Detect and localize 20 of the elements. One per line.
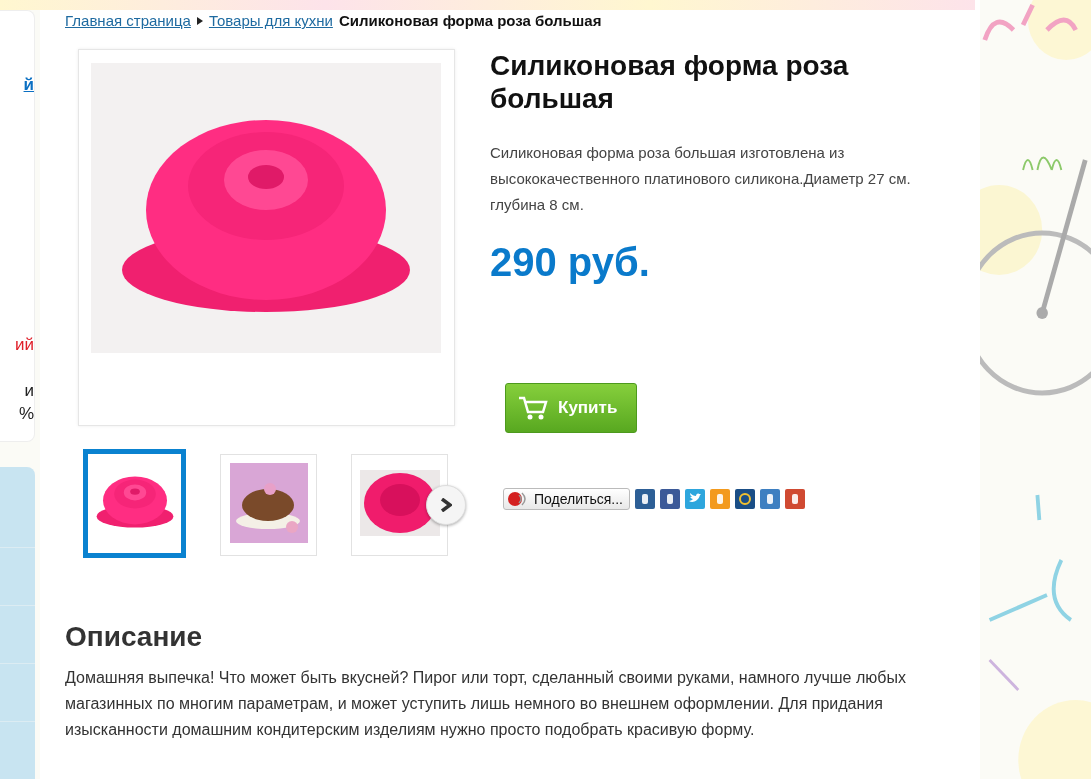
speaker-icon: [508, 491, 526, 507]
breadcrumb-current: Силиконовая форма роза большая: [338, 12, 602, 29]
description-heading: Описание: [65, 621, 204, 653]
description-text: Домашняя выпечка! Что может быть вкусней? Пирог или торт, сделанный своими руками, намного лучше любых магазинных по многим параметрам, и может уступить лишь немного во внешнем оформлении. Для придания изысканности домашним кондитерским изделиям нужно просто подобрать красивую форму.: [65, 668, 907, 740]
sidebar-text: и: [24, 380, 34, 402]
product-title: Силиконовая форма роза большая: [490, 49, 850, 115]
sidebar-text: %: [18, 403, 34, 425]
breadcrumb-link[interactable]: Главная страница: [65, 12, 191, 29]
breadcrumb-link[interactable]: Товары для кухни: [208, 12, 333, 29]
product-summary: Силиконовая форма роза большая изготовлена из высококачественного платинового силикона.Диаметр 27 см. глубина 8 см.: [490, 143, 912, 215]
shopping-cart-icon: [518, 395, 548, 421]
chevron-right-icon: [440, 498, 452, 512]
share-button[interactable]: Поделиться...: [503, 488, 630, 510]
sidebar-text: ий: [15, 334, 34, 356]
breadcrumb-arrow-icon: [196, 16, 203, 25]
next-arrow-button[interactable]: [426, 485, 466, 525]
product-price: 290 руб.: [490, 240, 651, 285]
sidebar-text[interactable]: й: [23, 73, 34, 96]
twitter-icon[interactable]: [685, 489, 705, 509]
product-thumbnail[interactable]: [83, 449, 186, 558]
